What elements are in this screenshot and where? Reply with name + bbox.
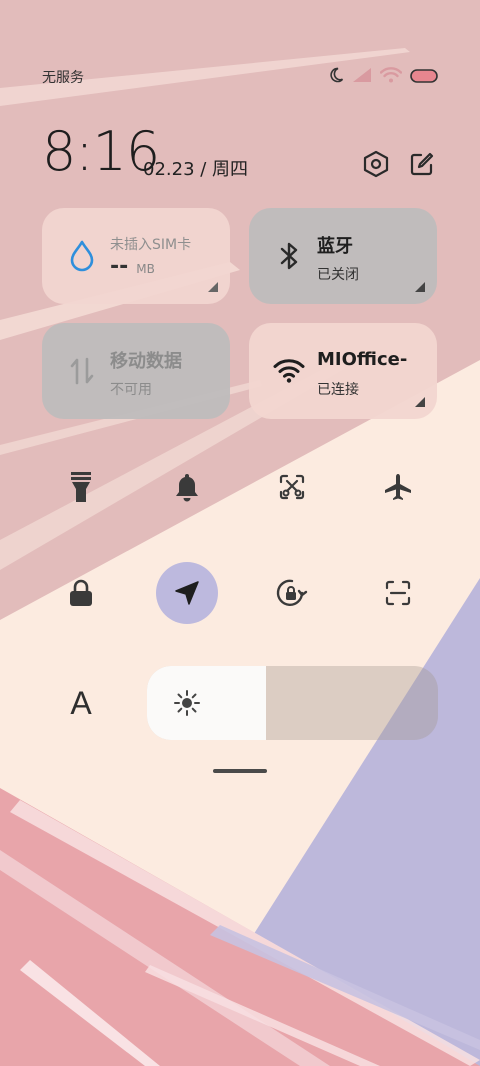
mobile-data-status: 不可用 (110, 382, 152, 398)
screenshot-toggle[interactable] (268, 463, 316, 511)
mobile-data-tile[interactable]: 移动数据 不可用 (42, 323, 230, 419)
flashlight-icon (71, 472, 91, 502)
location-arrow-icon (175, 581, 199, 605)
wifi-status: 已连接 (317, 382, 359, 398)
bluetooth-tile[interactable]: 蓝牙 已关闭 (249, 208, 437, 304)
lock-screen-toggle[interactable] (57, 569, 105, 617)
bluetooth-icon (273, 240, 305, 272)
status-bar: 无服务 (42, 66, 438, 88)
wifi-status-icon (379, 67, 403, 87)
airplane-icon (385, 474, 411, 500)
data-usage-tile[interactable]: 未插入SIM卡 -- MB (42, 208, 230, 304)
mobile-data-icon (66, 355, 98, 387)
sun-icon (171, 687, 203, 719)
rotation-lock-icon (276, 579, 308, 607)
expand-corner-icon (208, 282, 218, 292)
expand-corner-icon (415, 397, 425, 407)
clock: 8:16 (42, 120, 160, 183)
location-toggle[interactable] (156, 562, 218, 624)
moon-icon (328, 67, 344, 87)
settings-icon (363, 150, 389, 178)
bell-icon (176, 474, 198, 502)
data-usage-value: -- (110, 254, 129, 279)
font-size-label: A (70, 684, 92, 721)
notification-toggle[interactable] (163, 463, 211, 511)
date-label: 02.23 / 周四 (143, 159, 249, 180)
data-usage-unit: MB (136, 262, 155, 276)
bluetooth-status: 已关闭 (317, 267, 359, 283)
screenshot-icon (279, 474, 305, 500)
font-size-button[interactable]: A (57, 679, 105, 727)
battery-icon (410, 68, 438, 87)
flashlight-toggle[interactable] (57, 463, 105, 511)
edit-button[interactable] (406, 148, 438, 180)
settings-button[interactable] (360, 148, 392, 180)
sim-status-label: 未插入SIM卡 (110, 237, 192, 253)
drag-handle[interactable] (213, 769, 267, 773)
lock-icon (70, 579, 92, 606)
rotation-lock-toggle[interactable] (268, 569, 316, 617)
carrier-label: 无服务 (42, 70, 84, 86)
wifi-tile[interactable]: MIOffice- 已连接 (249, 323, 437, 419)
scanner-toggle[interactable] (374, 569, 422, 617)
mobile-data-title: 移动数据 (110, 351, 182, 372)
edit-icon (410, 152, 434, 176)
signal-icon (352, 67, 372, 87)
wifi-icon (273, 355, 305, 387)
brightness-slider[interactable] (147, 666, 438, 740)
scan-icon (385, 580, 411, 606)
airplane-toggle[interactable] (374, 463, 422, 511)
expand-corner-icon (415, 282, 425, 292)
brightness-fill (147, 666, 267, 740)
wifi-network-name: MIOffice- (317, 349, 408, 370)
bluetooth-title: 蓝牙 (317, 236, 353, 257)
water-drop-icon (66, 240, 98, 272)
